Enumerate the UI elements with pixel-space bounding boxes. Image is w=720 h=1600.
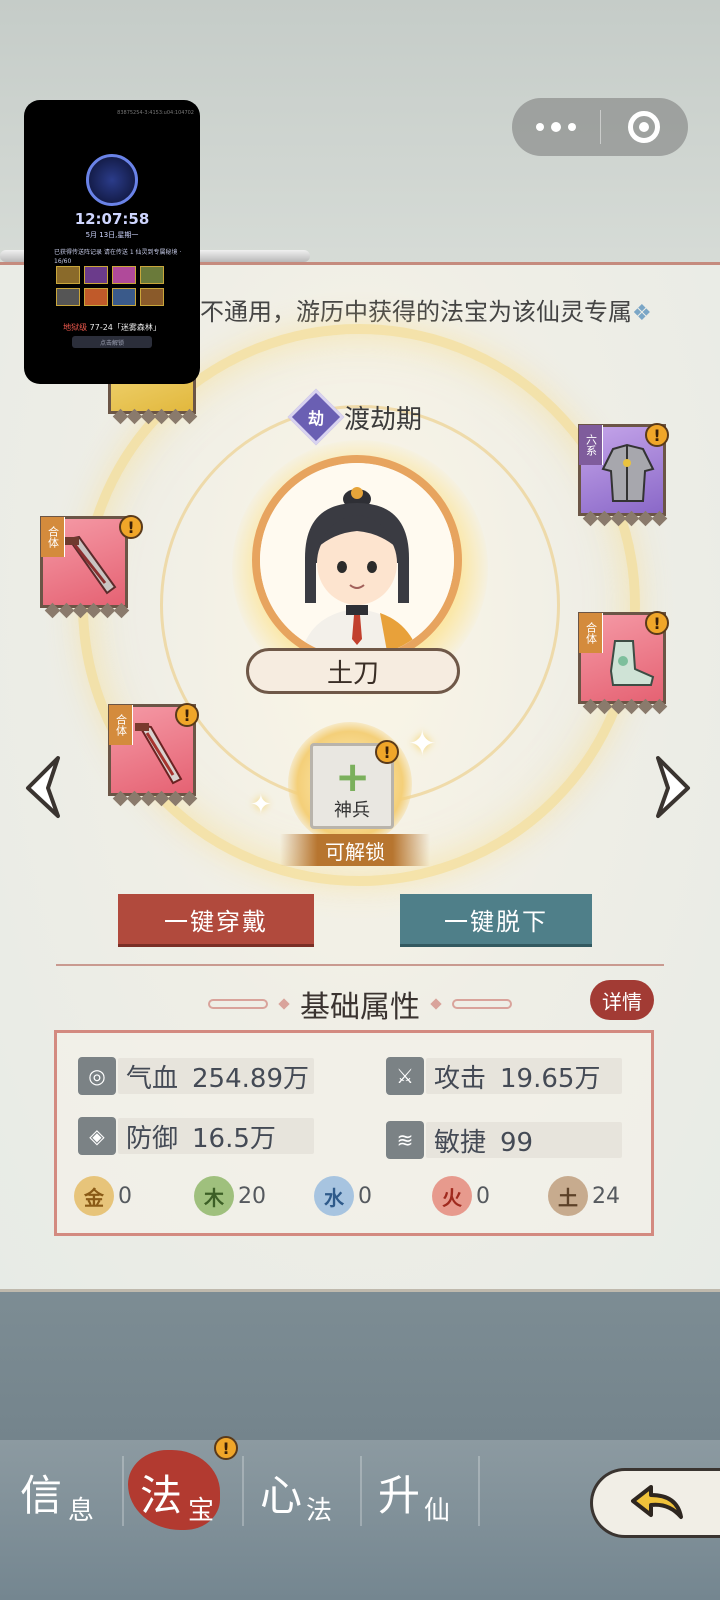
equipment-slot-sword[interactable]: 合体 ! bbox=[108, 703, 199, 807]
miniprogram-capsule bbox=[512, 98, 688, 156]
sword-icon bbox=[65, 535, 117, 595]
tab-treasure[interactable]: 法 宝 ! bbox=[140, 1436, 240, 1530]
thumbnail-date: 5月 13日,星期一 bbox=[85, 231, 139, 239]
prev-arrow-icon[interactable] bbox=[18, 752, 68, 822]
element-earth: 土 24 bbox=[548, 1176, 620, 1216]
alert-icon: ! bbox=[375, 740, 399, 764]
remove-all-button[interactable]: 一键脱下 bbox=[400, 894, 592, 944]
attributes-title: 基础属性 bbox=[300, 990, 420, 1025]
alert-icon: ! bbox=[175, 703, 199, 727]
attributes-header: 基础属性 bbox=[200, 982, 520, 1026]
alert-icon: ! bbox=[645, 423, 669, 447]
element-fire: 火 0 bbox=[432, 1176, 490, 1216]
tab-info[interactable]: 信 息 bbox=[20, 1440, 120, 1530]
character-avatar-icon bbox=[260, 463, 454, 657]
stat-defense: ◈ 防御 16.5万 bbox=[78, 1116, 328, 1156]
unlock-banner[interactable]: 可解锁 bbox=[280, 834, 430, 866]
thumbnail-item-grid bbox=[56, 266, 172, 306]
thumbnail-stage: 地狱级 77-24「迷雾森林」 bbox=[63, 323, 161, 332]
realm-rank: 劫 渡劫期 bbox=[287, 388, 423, 446]
sparkle-icon: ✦ bbox=[250, 790, 272, 820]
sparkle-icon: ✦ bbox=[408, 724, 437, 764]
thumbnail-unlock-button: 点击解锁 bbox=[72, 336, 152, 348]
shenbing-slot[interactable]: + 神兵 ! bbox=[310, 740, 399, 829]
tab-ascend[interactable]: 升 仙 bbox=[378, 1440, 478, 1530]
alert-icon: ! bbox=[214, 1436, 238, 1460]
screenshot-thumbnail[interactable]: 83875254-3:4153:u04:104702 12:07:58 5月 1… bbox=[24, 100, 200, 384]
flower-icon: ❖ bbox=[632, 301, 652, 326]
robe-icon bbox=[601, 443, 655, 502]
wear-all-button[interactable]: 一键穿戴 bbox=[118, 894, 314, 944]
more-options-icon[interactable] bbox=[512, 98, 600, 156]
stat-agility: ≋ 敏捷 99 bbox=[386, 1120, 636, 1160]
shield-icon: ◈ bbox=[78, 1117, 116, 1155]
game-logo-icon bbox=[86, 154, 138, 206]
stat-hp: ◎ 气血 254.89万 bbox=[78, 1056, 328, 1096]
shenbing-label: 神兵 bbox=[334, 800, 370, 821]
element-wood: 木 20 bbox=[194, 1176, 266, 1216]
equipment-slot-boots[interactable]: 合体 ! bbox=[578, 611, 669, 715]
attack-icon: ⚔ bbox=[386, 1057, 424, 1095]
wood-icon: 木 bbox=[194, 1176, 234, 1216]
thumbnail-notice: 已获得传送阵记录 请在传送 1 仙灵到专属秘境 · 16/60 bbox=[54, 249, 182, 265]
hint-text: 不通用，游历中获得的法宝为该仙灵专属❖ bbox=[200, 298, 652, 326]
detail-button[interactable]: 详情 bbox=[590, 980, 654, 1020]
fire-icon: 火 bbox=[432, 1176, 472, 1216]
water-icon: 水 bbox=[314, 1176, 354, 1216]
character-name-plate: 土刀 bbox=[246, 648, 460, 694]
metal-icon: 金 bbox=[74, 1176, 114, 1216]
realm-name: 渡劫期 bbox=[344, 404, 423, 435]
stat-attack: ⚔ 攻击 19.65万 bbox=[386, 1056, 636, 1096]
alert-icon: ! bbox=[119, 515, 143, 539]
boots-icon bbox=[609, 640, 655, 686]
element-metal: 金 0 bbox=[74, 1176, 132, 1216]
back-arrow-icon bbox=[631, 1485, 683, 1519]
close-miniprogram-icon[interactable] bbox=[601, 98, 689, 156]
blade-icon bbox=[135, 723, 183, 785]
back-button[interactable] bbox=[590, 1468, 720, 1538]
next-arrow-icon[interactable] bbox=[648, 752, 698, 822]
alert-icon: ! bbox=[645, 611, 669, 635]
tab-mind-method[interactable]: 心 法 bbox=[260, 1440, 360, 1530]
equipment-slot-blade[interactable]: 合体 ! bbox=[40, 515, 143, 619]
plus-icon: + bbox=[335, 752, 371, 801]
element-water: 水 0 bbox=[314, 1176, 372, 1216]
blood-drop-icon: ◎ bbox=[78, 1057, 116, 1095]
earth-icon: 土 bbox=[548, 1176, 588, 1216]
divider bbox=[56, 964, 664, 966]
character-portrait[interactable] bbox=[252, 455, 462, 665]
realm-badge-icon: 劫 bbox=[287, 388, 345, 446]
agility-icon: ≋ bbox=[386, 1121, 424, 1159]
thumbnail-time: 12:07:58 bbox=[74, 210, 150, 228]
equipment-slot-robe[interactable]: 六系 ! bbox=[578, 423, 669, 527]
